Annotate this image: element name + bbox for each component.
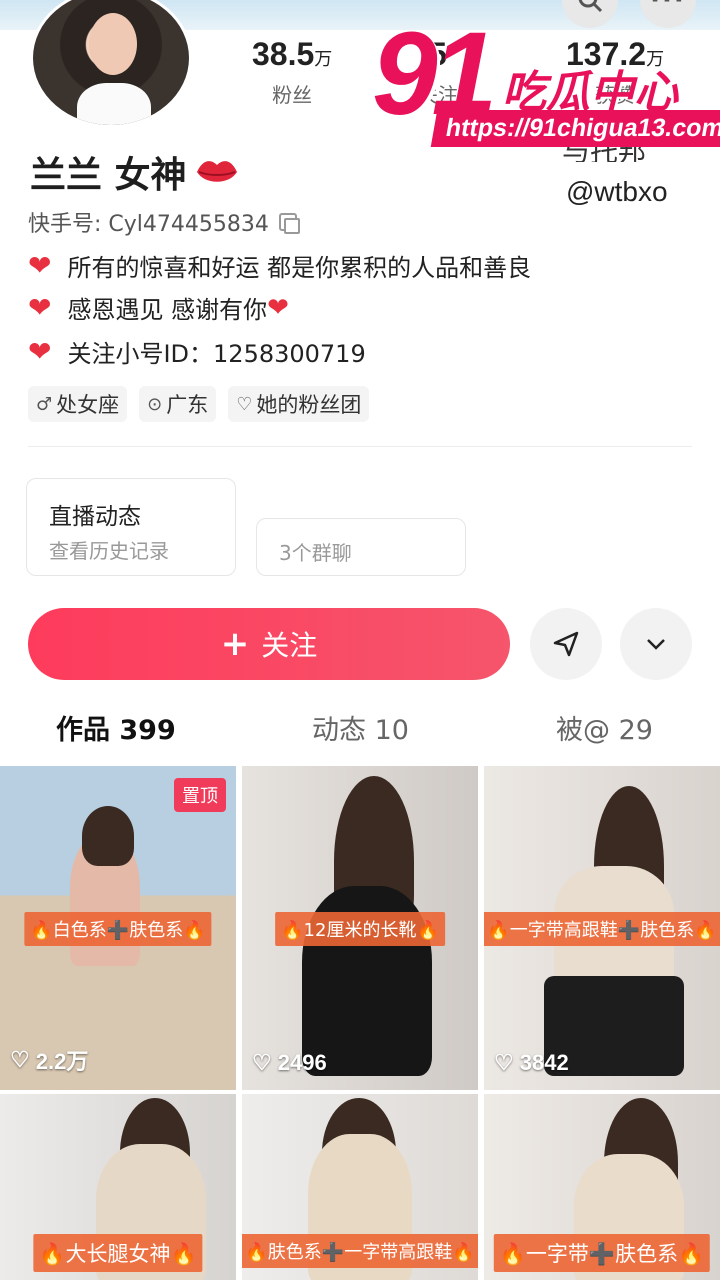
post-tile[interactable]: 🔥大长腿女神🔥	[0, 1094, 236, 1280]
bio-line-3: ❤ 关注小号ID：1258300719	[28, 334, 366, 369]
stat-fans-unit: 万	[314, 49, 333, 69]
stat-fans-label: 粉丝	[272, 83, 313, 107]
post-likes-count: 2496	[277, 1050, 327, 1075]
post-likes: ♡ 2496	[252, 1050, 327, 1076]
kuaishou-id[interactable]: 快手号: Cyl474455834	[28, 206, 300, 238]
heart-outline-icon: ♡	[252, 1050, 272, 1075]
tag-fan-group-label: 她的粉丝团	[256, 393, 362, 417]
post-tile[interactable]: 置顶 🔥白色系➕肤色系🔥 ♡ 2.2万	[0, 766, 236, 1090]
gender-icon: ♂	[36, 393, 53, 415]
tag-fan-group[interactable]: ♡ 她的粉丝团	[228, 386, 370, 422]
tag-zodiac[interactable]: ♂ 处女座	[28, 386, 128, 422]
heart-outline-icon: ♡	[494, 1050, 514, 1075]
post-caption: 🔥一字带高跟鞋➕肤色系🔥	[484, 912, 720, 946]
location-icon: ⊙	[147, 393, 163, 415]
post-likes: ♡ 3842	[494, 1050, 569, 1076]
post-tile[interactable]: 🔥肤色系➕一字带高跟鞋🔥	[242, 1094, 478, 1280]
watermark-handle: @wtbxo	[566, 176, 668, 207]
post-likes-count: 2.2万	[35, 1049, 89, 1074]
stat-fans[interactable]: 38.5万 粉丝	[252, 36, 332, 108]
bio-text-3: 关注小号ID：1258300719	[67, 340, 366, 368]
live-card-subtitle: 查看历史记录	[49, 539, 169, 563]
post-likes-count: 3842	[519, 1050, 569, 1075]
divider	[28, 446, 692, 447]
more-options-button[interactable]	[620, 608, 692, 680]
tag-location-label: 广东	[166, 393, 209, 417]
live-card-title: 直播动态	[49, 504, 141, 530]
tag-zodiac-label: 处女座	[56, 393, 120, 417]
chevron-down-icon	[647, 639, 665, 650]
kuaishou-id-text: 快手号: Cyl474455834	[28, 212, 269, 237]
post-caption: 🔥一字带➕肤色系🔥	[493, 1234, 711, 1272]
post-caption: 🔥肤色系➕一字带高跟鞋🔥	[242, 1234, 478, 1268]
bio-trailing-heart: ❤	[267, 292, 289, 323]
post-caption: 🔥12厘米的长靴🔥	[275, 912, 445, 946]
group-card-subtitle: 3个群聊	[279, 541, 352, 565]
follow-label: 关注	[261, 629, 318, 662]
pinned-badge: 置顶	[174, 778, 226, 812]
heart-icon: ❤	[28, 249, 52, 282]
tab-moments[interactable]: 动态 10	[312, 708, 409, 747]
tab-mentions[interactable]: 被@ 29	[556, 708, 653, 747]
post-tile[interactable]: 🔥12厘米的长靴🔥 ♡ 2496	[242, 766, 478, 1090]
heart-icon: ❤	[28, 335, 52, 368]
group-chat-card[interactable]: 3个群聊	[256, 518, 466, 576]
post-tile[interactable]: 🔥一字带高跟鞋➕肤色系🔥 ♡ 3842	[484, 766, 720, 1090]
watermark-url: https://91chigua13.com	[430, 110, 720, 147]
send-message-button[interactable]	[530, 608, 602, 680]
stat-fans-value: 38.5	[252, 36, 315, 72]
tag-location[interactable]: ⊙ 广东	[139, 386, 217, 422]
bio-line-2: ❤ 感恩遇见 感谢有你 ❤	[28, 290, 289, 325]
posts-grid: 置顶 🔥白色系➕肤色系🔥 ♡ 2.2万 🔥12厘米的长靴🔥 ♡ 2496 🔥一字带高…	[0, 766, 720, 1280]
name-row: 兰兰 女神	[30, 146, 239, 198]
post-likes: ♡ 2.2万	[10, 1044, 88, 1076]
plus-icon: +	[220, 624, 250, 664]
send-icon	[553, 631, 579, 657]
post-caption: 🔥白色系➕肤色系🔥	[24, 912, 212, 946]
copy-icon[interactable]	[278, 213, 300, 234]
bio-line-1: ❤ 所有的惊喜和好运 都是你累积的人品和善良	[28, 248, 531, 283]
live-history-card[interactable]: 直播动态 查看历史记录	[26, 478, 236, 576]
bio-text-1: 所有的惊喜和好运 都是你累积的人品和善良	[67, 254, 532, 282]
lips-icon	[196, 161, 237, 182]
profile-tags: ♂ 处女座 ⊙ 广东 ♡ 她的粉丝团	[28, 386, 370, 422]
post-tile[interactable]: 🔥一字带➕肤色系🔥	[484, 1094, 720, 1280]
post-caption: 🔥大长腿女神🔥	[33, 1234, 203, 1272]
heart-outline-icon: ♡	[236, 393, 253, 415]
heart-outline-icon: ♡	[10, 1047, 30, 1072]
follow-button[interactable]: + 关注	[28, 608, 510, 680]
tab-works[interactable]: 作品 399	[56, 708, 176, 747]
avatar[interactable]	[30, 0, 192, 128]
watermark-logo: 91 吃瓜中心 https://91chigua13.com	[372, 8, 720, 152]
content-tabs: 作品 399 动态 10 被@ 29	[0, 708, 720, 760]
bio-text-2: 感恩遇见 感谢有你	[67, 296, 268, 324]
heart-icon: ❤	[28, 291, 52, 324]
profile-name: 兰兰 女神	[30, 155, 187, 196]
